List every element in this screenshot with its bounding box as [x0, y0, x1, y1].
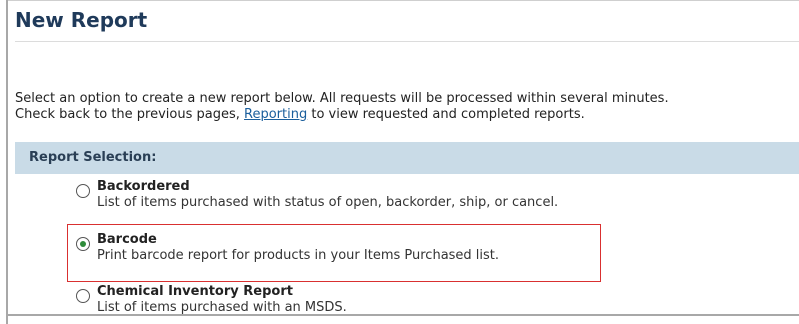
option-label: Backordered — [97, 179, 190, 194]
radio-barcode[interactable] — [76, 237, 90, 251]
page-title: New Report — [15, 8, 148, 32]
intro-line-1: Select an option to create a new report … — [15, 91, 669, 106]
option-label: Barcode — [97, 232, 157, 247]
option-label: Chemical Inventory Report — [97, 284, 293, 299]
reporting-link[interactable]: Reporting — [244, 107, 307, 122]
intro-line-2: Check back to the previous pages, Report… — [15, 107, 799, 123]
panel-border-left — [6, 0, 8, 324]
option-description: List of items purchased with status of o… — [97, 195, 559, 210]
section-label: Report Selection: — [29, 150, 157, 165]
title-divider — [15, 41, 799, 42]
panel-border-top — [6, 0, 799, 1]
report-selection-header: Report Selection: — [15, 142, 799, 174]
intro-text: Select an option to create a new report … — [15, 91, 799, 123]
intro-line-2-after: to view requested and completed reports. — [307, 107, 585, 122]
option-description: Print barcode report for products in you… — [97, 248, 500, 263]
option-description: List of items purchased with an MSDS. — [97, 300, 347, 315]
radio-backordered[interactable] — [76, 184, 90, 198]
radio-chemical-inventory[interactable] — [76, 289, 90, 303]
intro-line-2-before: Check back to the previous pages, — [15, 107, 245, 122]
